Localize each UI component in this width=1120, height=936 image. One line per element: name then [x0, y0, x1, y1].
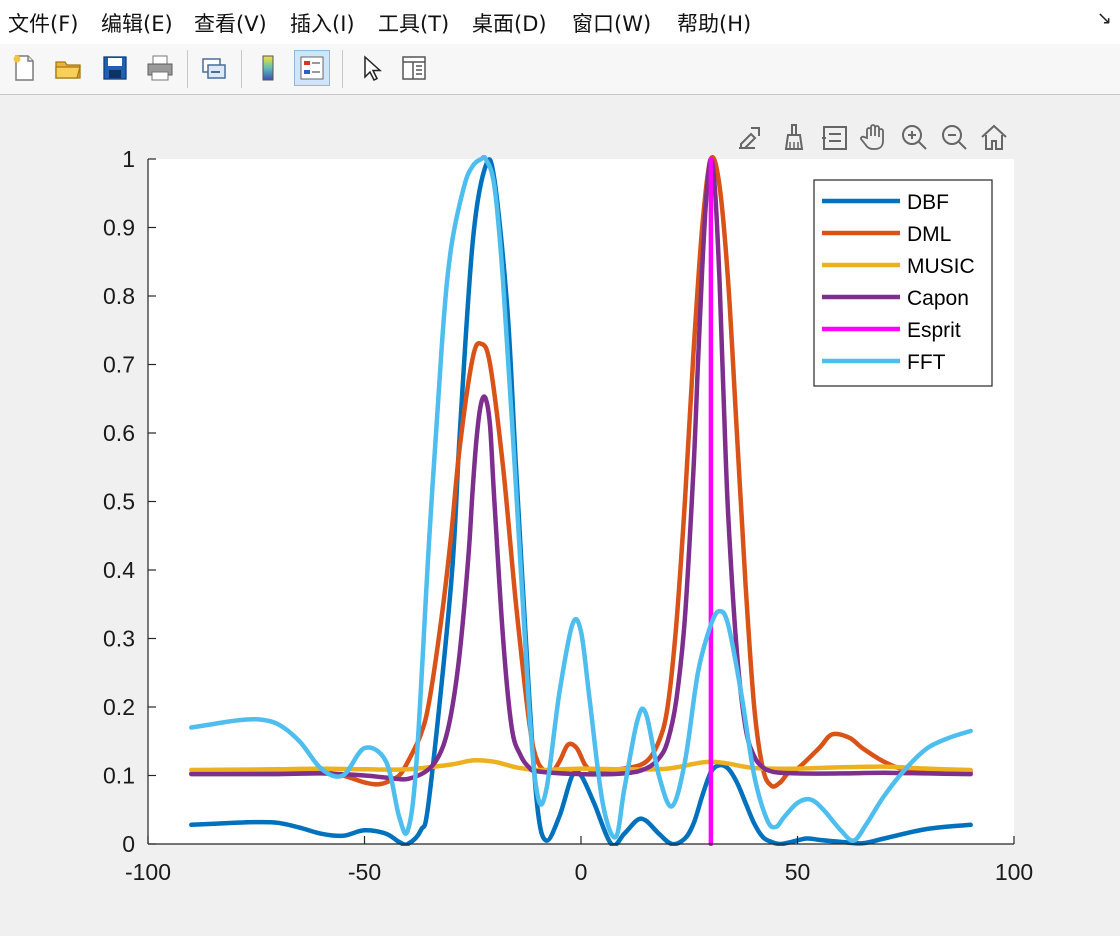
x-tick-label: 100	[995, 859, 1033, 885]
y-tick-label: 0.1	[103, 763, 135, 789]
y-tick-label: 0.6	[103, 420, 135, 446]
y-tick-label: 0	[122, 831, 135, 857]
y-tick-label: 1	[122, 146, 135, 172]
axes-toolbar	[732, 118, 1022, 156]
x-tick-label: -100	[125, 859, 171, 885]
y-tick-label: 0.5	[103, 489, 135, 515]
legend-label-fft: FFT	[907, 351, 946, 374]
y-tick-label: 0.8	[103, 283, 135, 309]
x-tick-label: 0	[575, 859, 588, 885]
y-tick-label: 0.3	[103, 626, 135, 652]
export-icon[interactable]	[732, 118, 768, 156]
legend[interactable]: DBF DML MUSIC Capon Esprit FFT	[813, 179, 993, 387]
figure-window: 文件(F) 编辑(E) 查看(V) 插入(I) 工具(T) 桌面(D) 窗口(W…	[0, 0, 1120, 936]
legend-label-esprit: Esprit	[907, 319, 961, 342]
zoom-in-icon[interactable]	[896, 118, 932, 156]
y-tick-label: 0.9	[103, 215, 135, 241]
legend-label-music: MUSIC	[907, 255, 975, 278]
legend-label-dbf: DBF	[907, 191, 949, 214]
home-icon[interactable]	[976, 118, 1012, 156]
legend-box[interactable]	[813, 179, 993, 387]
zoom-out-icon[interactable]	[936, 118, 972, 156]
y-tick-label: 0.7	[103, 352, 135, 378]
brush-icon[interactable]	[776, 118, 812, 156]
data-tips-icon[interactable]	[816, 118, 852, 156]
x-tick-label: -50	[348, 859, 381, 885]
y-tick-label: 0.2	[103, 694, 135, 720]
legend-label-capon: Capon	[907, 287, 969, 310]
y-tick-label: 0.4	[103, 557, 135, 583]
pan-icon[interactable]	[856, 118, 892, 156]
legend-label-dml: DML	[907, 223, 951, 246]
x-tick-label: 50	[785, 859, 811, 885]
